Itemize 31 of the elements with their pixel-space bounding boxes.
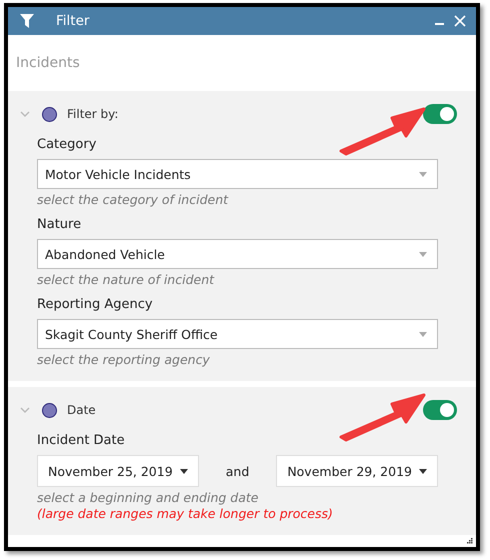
- status-dot: [42, 402, 57, 418]
- section-title: Date: [67, 403, 97, 417]
- caret-icon: [419, 252, 427, 256]
- dropdown[interactable]: Skagit County Sheriff Office: [37, 319, 438, 349]
- panel-heading: Incidents: [15, 54, 81, 73]
- field-hint: select the reporting agency: [37, 352, 211, 367]
- field-hint: select the nature of incident: [37, 272, 216, 287]
- window-title: Filter: [56, 13, 90, 29]
- caret-icon: [419, 332, 427, 336]
- date-picker[interactable]: November 25, 2019: [37, 455, 199, 487]
- field-hint: select a beginning and ending date: [37, 490, 260, 505]
- field-label: Category: [37, 137, 98, 154]
- range-joiner: and: [224, 464, 250, 478]
- close-icon[interactable]: [454, 15, 466, 27]
- caret-icon: [180, 468, 188, 474]
- field-label: Incident Date: [37, 433, 126, 450]
- date-picker[interactable]: November 29, 2019: [276, 455, 438, 487]
- toggle-switch[interactable]: [423, 400, 457, 420]
- section-title: Filter by:: [67, 107, 120, 121]
- filter-icon: [20, 14, 34, 28]
- warning-text: (large date ranges may take longer to process): [37, 506, 334, 521]
- field-label: Reporting Agency: [37, 297, 154, 314]
- status-dot: [42, 106, 57, 122]
- resize-grip-icon[interactable]: [467, 538, 473, 544]
- field-label: Nature: [37, 217, 82, 234]
- field-hint: select the category of incident: [37, 192, 230, 207]
- dropdown[interactable]: Abandoned Vehicle: [37, 239, 438, 269]
- caret-icon: [419, 468, 428, 474]
- dropdown[interactable]: Motor Vehicle Incidents: [37, 159, 438, 189]
- toggle-switch[interactable]: [423, 104, 457, 124]
- caret-icon: [419, 172, 427, 176]
